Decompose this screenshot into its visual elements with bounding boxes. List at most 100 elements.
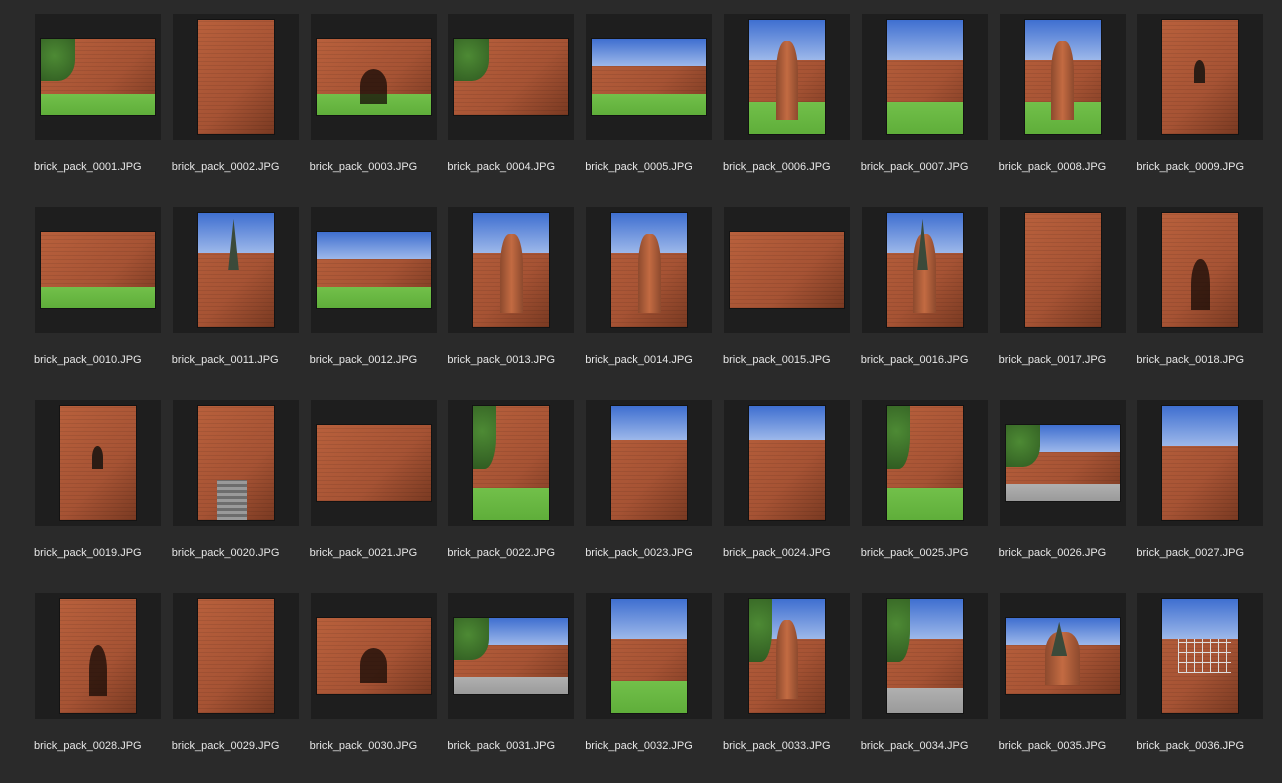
thumbnail-item[interactable]: brick_pack_0023.JPG [585, 400, 716, 590]
thumbnail-frame[interactable] [448, 400, 575, 526]
thumbnail-frame[interactable] [999, 400, 1126, 526]
thumbnail-frame[interactable] [172, 400, 299, 526]
thumbnail-item[interactable]: brick_pack_0034.JPG [861, 593, 992, 783]
thumbnail-item[interactable]: brick_pack_0003.JPG [310, 14, 441, 204]
thumbnail-frame[interactable] [999, 14, 1126, 140]
thumbnail-image[interactable] [41, 232, 155, 308]
thumbnail-item[interactable]: brick_pack_0036.JPG [1136, 593, 1267, 783]
thumbnail-frame[interactable] [172, 14, 299, 140]
thumbnail-item[interactable]: brick_pack_0011.JPG [172, 207, 303, 397]
thumbnail-frame[interactable] [861, 207, 988, 333]
thumbnail-item[interactable]: brick_pack_0032.JPG [585, 593, 716, 783]
thumbnail-image[interactable] [454, 39, 569, 115]
thumbnail-item[interactable]: brick_pack_0021.JPG [310, 400, 441, 590]
thumbnail-frame[interactable] [35, 593, 161, 719]
thumbnail-item[interactable]: brick_pack_0008.JPG [999, 14, 1130, 204]
thumbnail-frame[interactable] [310, 400, 437, 526]
thumbnail-image[interactable] [1162, 213, 1239, 327]
thumbnail-image[interactable] [197, 20, 274, 134]
thumbnail-item[interactable]: brick_pack_0022.JPG [447, 400, 578, 590]
thumbnail-frame[interactable] [724, 400, 850, 526]
thumbnail-item[interactable]: brick_pack_0031.JPG [447, 593, 578, 783]
thumbnail-image[interactable] [316, 232, 431, 308]
thumbnail-image[interactable] [1005, 618, 1120, 694]
thumbnail-image[interactable] [41, 39, 155, 115]
thumbnail-image[interactable] [749, 406, 825, 520]
thumbnail-frame[interactable] [310, 207, 437, 333]
thumbnail-item[interactable]: brick_pack_0006.JPG [723, 14, 854, 204]
thumbnail-item[interactable]: brick_pack_0007.JPG [861, 14, 992, 204]
thumbnail-frame[interactable] [448, 593, 575, 719]
thumbnail-image[interactable] [316, 618, 431, 694]
thumbnail-frame[interactable] [724, 207, 850, 333]
thumbnail-item[interactable]: brick_pack_0035.JPG [999, 593, 1130, 783]
thumbnail-image[interactable] [886, 599, 963, 713]
thumbnail-image[interactable] [886, 213, 963, 327]
thumbnail-item[interactable]: brick_pack_0029.JPG [172, 593, 303, 783]
thumbnail-image[interactable] [1005, 425, 1120, 501]
thumbnail-item[interactable]: brick_pack_0030.JPG [310, 593, 441, 783]
thumbnail-item[interactable]: brick_pack_0024.JPG [723, 400, 854, 590]
thumbnail-image[interactable] [730, 232, 844, 308]
thumbnail-image[interactable] [611, 406, 688, 520]
thumbnail-frame[interactable] [724, 14, 850, 140]
thumbnail-image[interactable] [197, 599, 274, 713]
thumbnail-frame[interactable] [1137, 207, 1264, 333]
thumbnail-image[interactable] [316, 39, 431, 115]
thumbnail-image[interactable] [1024, 20, 1101, 134]
thumbnail-frame[interactable] [724, 593, 850, 719]
thumbnail-item[interactable]: brick_pack_0018.JPG [1136, 207, 1267, 397]
thumbnail-item[interactable]: brick_pack_0015.JPG [723, 207, 854, 397]
thumbnail-frame[interactable] [861, 400, 988, 526]
thumbnail-item[interactable]: brick_pack_0027.JPG [1136, 400, 1267, 590]
thumbnail-image[interactable] [749, 599, 825, 713]
thumbnail-frame[interactable] [586, 400, 713, 526]
thumbnail-frame[interactable] [1137, 400, 1264, 526]
thumbnail-frame[interactable] [172, 593, 299, 719]
thumbnail-frame[interactable] [35, 207, 161, 333]
thumbnail-frame[interactable] [35, 14, 161, 140]
thumbnail-item[interactable]: brick_pack_0025.JPG [861, 400, 992, 590]
thumbnail-item[interactable]: brick_pack_0010.JPG [34, 207, 165, 397]
thumbnail-frame[interactable] [310, 593, 437, 719]
thumbnail-item[interactable]: brick_pack_0012.JPG [310, 207, 441, 397]
thumbnail-item[interactable]: brick_pack_0017.JPG [999, 207, 1130, 397]
thumbnail-frame[interactable] [35, 400, 161, 526]
thumbnail-frame[interactable] [1137, 14, 1264, 140]
thumbnail-frame[interactable] [586, 14, 713, 140]
thumbnail-image[interactable] [749, 20, 825, 134]
thumbnail-item[interactable]: brick_pack_0009.JPG [1136, 14, 1267, 204]
thumbnail-frame[interactable] [586, 207, 713, 333]
thumbnail-image[interactable] [886, 20, 963, 134]
thumbnail-image[interactable] [611, 599, 688, 713]
thumbnail-item[interactable]: brick_pack_0014.JPG [585, 207, 716, 397]
thumbnail-image[interactable] [1162, 599, 1239, 713]
thumbnail-image[interactable] [316, 425, 431, 501]
thumbnail-image[interactable] [197, 213, 274, 327]
thumbnail-image[interactable] [592, 39, 707, 115]
thumbnail-image[interactable] [1024, 213, 1101, 327]
thumbnail-item[interactable]: brick_pack_0001.JPG [34, 14, 165, 204]
thumbnail-item[interactable]: brick_pack_0033.JPG [723, 593, 854, 783]
thumbnail-image[interactable] [454, 618, 569, 694]
thumbnail-image[interactable] [886, 406, 963, 520]
thumbnail-item[interactable]: brick_pack_0016.JPG [861, 207, 992, 397]
thumbnail-frame[interactable] [448, 14, 575, 140]
thumbnail-item[interactable]: brick_pack_0020.JPG [172, 400, 303, 590]
thumbnail-item[interactable]: brick_pack_0013.JPG [447, 207, 578, 397]
thumbnail-item[interactable]: brick_pack_0004.JPG [447, 14, 578, 204]
thumbnail-item[interactable]: brick_pack_0002.JPG [172, 14, 303, 204]
thumbnail-item[interactable]: brick_pack_0028.JPG [34, 593, 165, 783]
thumbnail-item[interactable]: brick_pack_0019.JPG [34, 400, 165, 590]
thumbnail-image[interactable] [473, 406, 550, 520]
thumbnail-frame[interactable] [1137, 593, 1264, 719]
thumbnail-frame[interactable] [861, 14, 988, 140]
thumbnail-image[interactable] [1162, 406, 1239, 520]
thumbnail-frame[interactable] [448, 207, 575, 333]
thumbnail-image[interactable] [197, 406, 274, 520]
thumbnail-image[interactable] [473, 213, 550, 327]
thumbnail-image[interactable] [60, 599, 136, 713]
thumbnail-item[interactable]: brick_pack_0026.JPG [999, 400, 1130, 590]
thumbnail-frame[interactable] [999, 207, 1126, 333]
thumbnail-image[interactable] [1162, 20, 1239, 134]
